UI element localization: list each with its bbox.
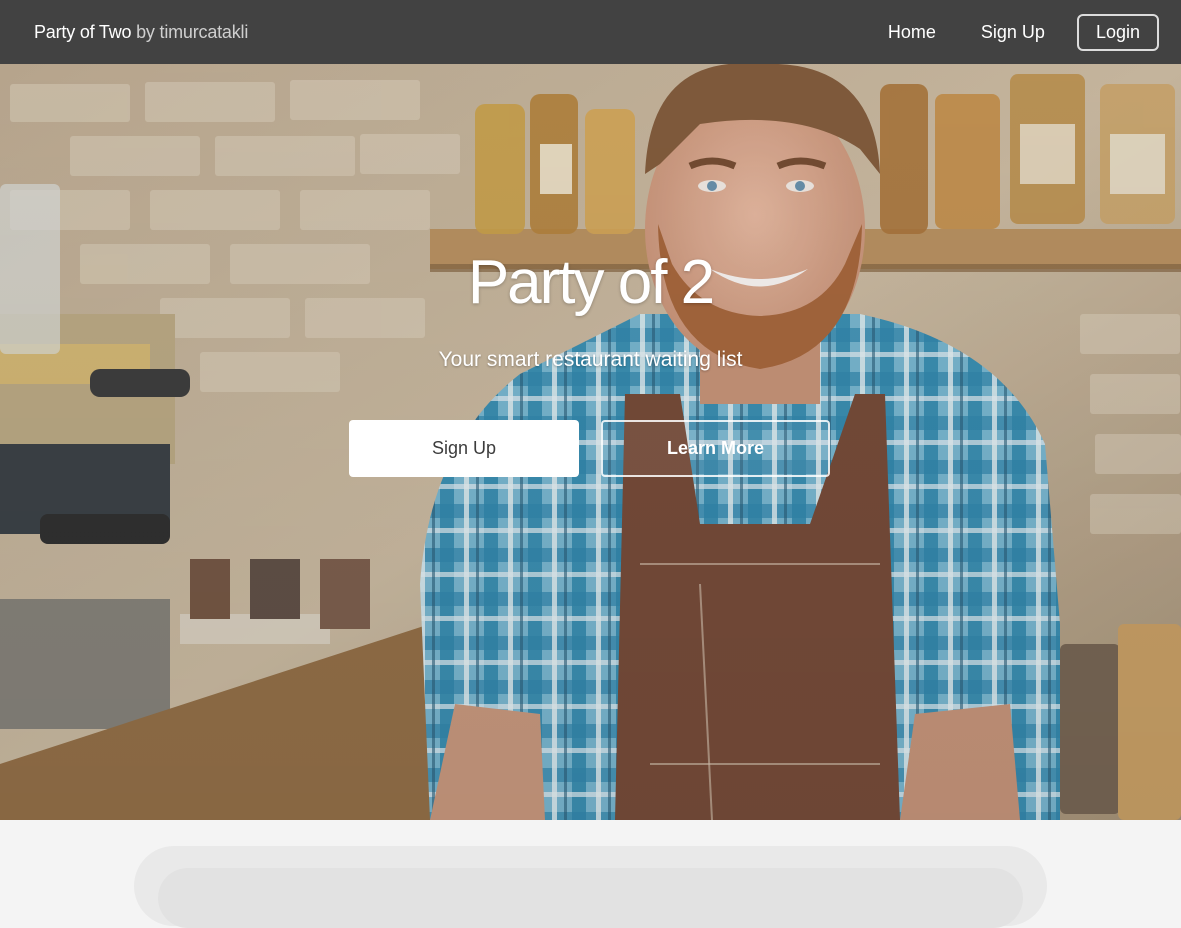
nav-home-link[interactable]: Home	[888, 22, 936, 43]
top-navbar: Party of Two by timurcatakli Home Sign U…	[0, 0, 1181, 64]
hero-content: Party of 2 Your smart restaurant waiting…	[0, 64, 1181, 820]
brand-logo[interactable]: Party of Two by timurcatakli	[34, 22, 248, 43]
hero-section: Party of 2 Your smart restaurant waiting…	[0, 64, 1181, 820]
below-fold-section	[0, 820, 1181, 928]
hero-subtitle: Your smart restaurant waiting list	[438, 348, 743, 371]
hero-learn-more-button[interactable]: Learn More	[601, 420, 830, 477]
hero-title: Party of 2	[467, 248, 715, 317]
nav-signup-link[interactable]: Sign Up	[981, 22, 1045, 43]
brand-name: Party of Two	[34, 21, 132, 42]
nav-links: Home Sign Up Login	[843, 13, 1159, 51]
nav-login-button[interactable]: Login	[1076, 13, 1159, 51]
hero-signup-button[interactable]: Sign Up	[349, 420, 579, 477]
content-card	[134, 846, 1047, 928]
hero-buttons: Sign Up Learn More	[349, 420, 830, 477]
brand-author: by timurcatakli	[131, 21, 249, 42]
content-card-inner	[158, 868, 1023, 928]
